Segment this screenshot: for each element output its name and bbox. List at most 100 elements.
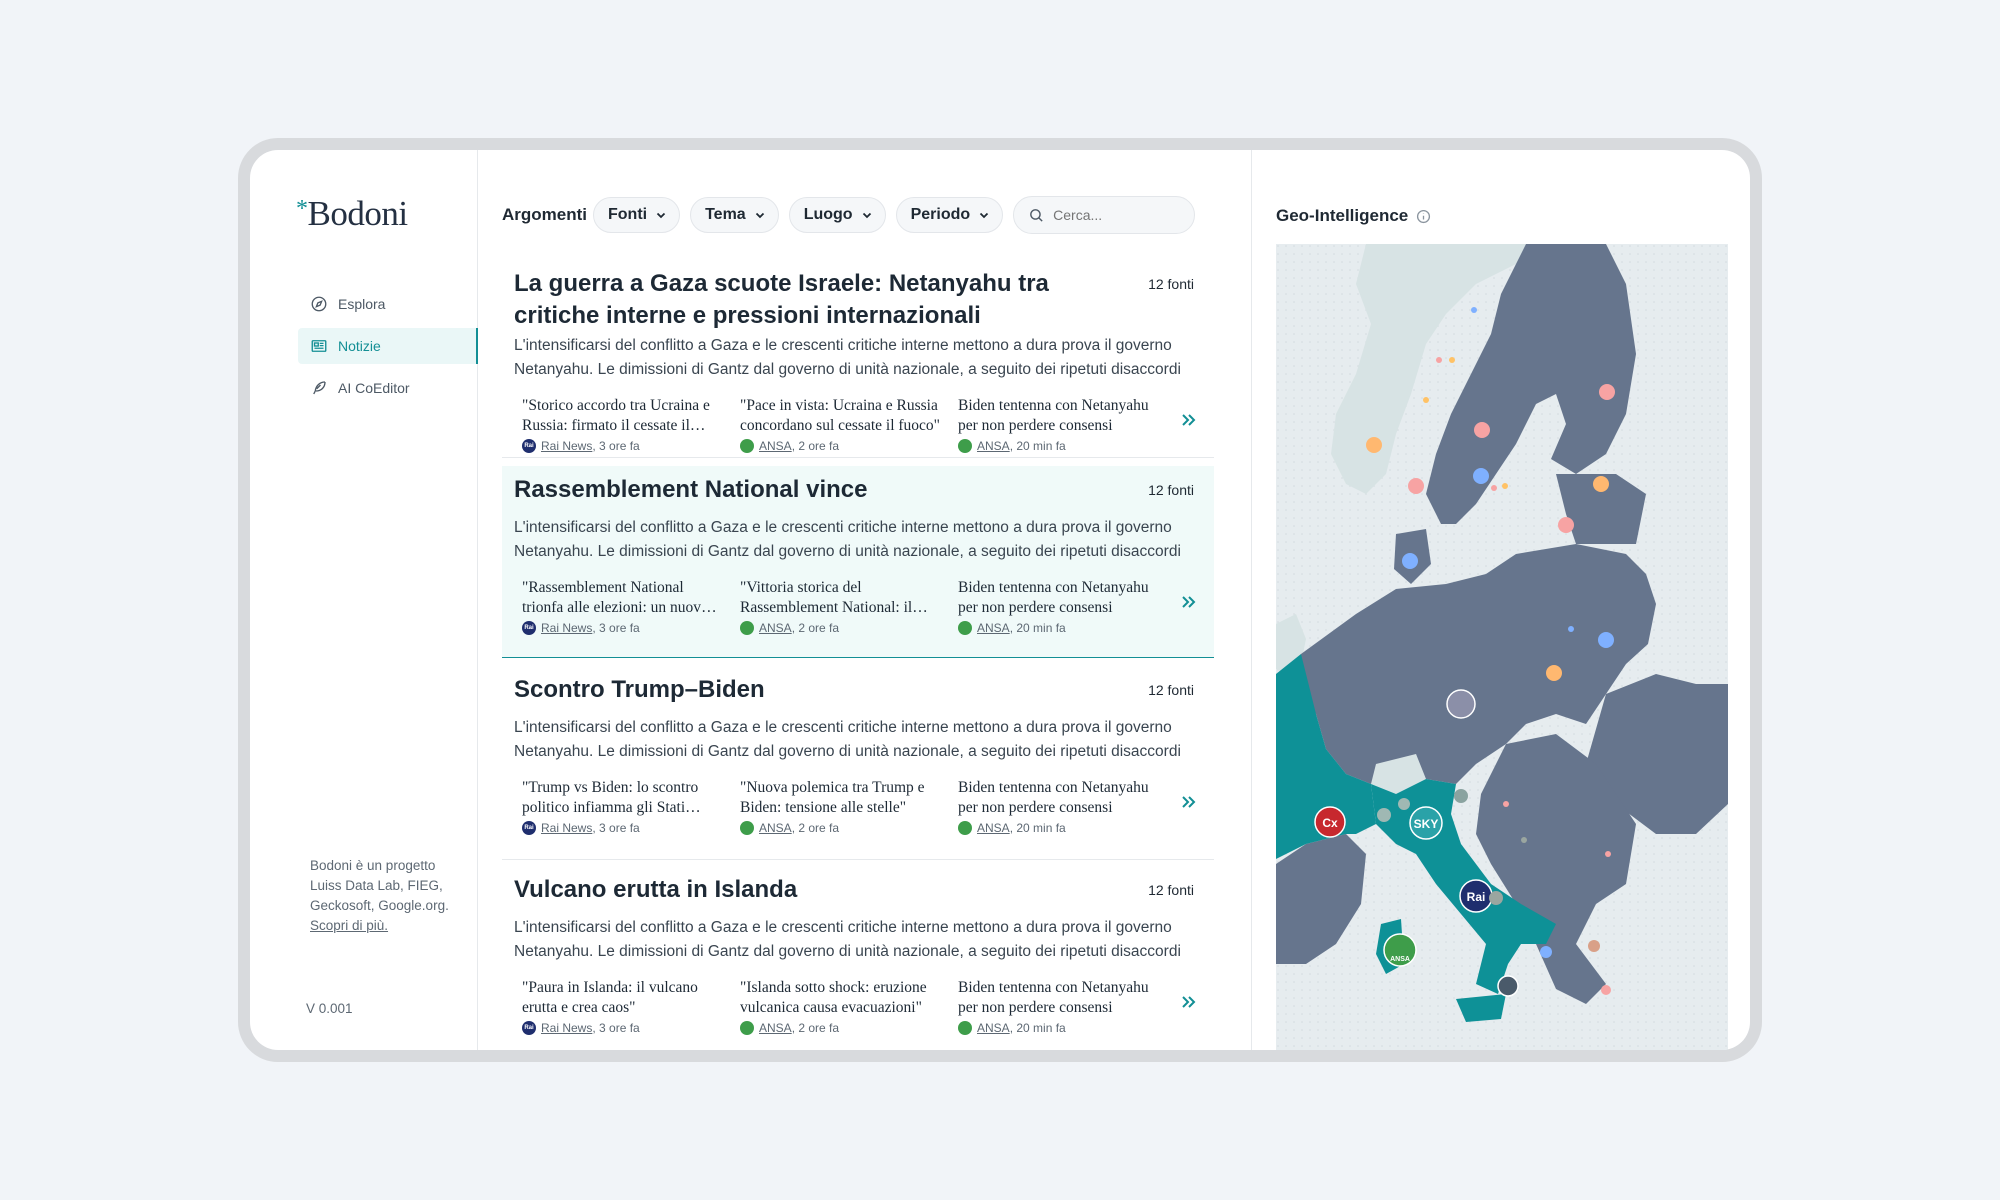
- map-marker[interactable]: [1377, 808, 1391, 822]
- story-card[interactable]: Scontro Trump–Biden 12 fonti L'intensifi…: [502, 660, 1214, 860]
- map-marker[interactable]: [1471, 307, 1477, 313]
- map-marker[interactable]: [1436, 357, 1442, 363]
- headline-text: "Trump vs Biden: lo scontro politico inf…: [522, 779, 699, 816]
- map-marker[interactable]: [1474, 422, 1490, 438]
- source-link[interactable]: ANSA: [977, 621, 1010, 635]
- source-link[interactable]: Rai News: [541, 821, 592, 835]
- story-title[interactable]: Vulcano erutta in Islanda: [514, 874, 1074, 906]
- map-marker[interactable]: [1489, 891, 1503, 905]
- headline-item[interactable]: "Trump vs Biden: lo scontro politico inf…: [522, 778, 722, 835]
- newspaper-icon: [311, 340, 327, 352]
- story-title[interactable]: Scontro Trump–Biden: [514, 674, 1074, 706]
- source-link[interactable]: ANSA: [977, 821, 1010, 835]
- map-marker[interactable]: [1398, 798, 1410, 810]
- search-input[interactable]: [1053, 207, 1184, 223]
- map-marker[interactable]: [1546, 665, 1562, 681]
- headline-item[interactable]: Biden tentenna con Netanyahu per non per…: [958, 978, 1158, 1035]
- story-title[interactable]: La guerra a Gaza scuote Israele: Netanya…: [514, 268, 1074, 332]
- source-link[interactable]: Rai News: [541, 439, 592, 453]
- source-count: 12 fonti: [1148, 682, 1194, 698]
- headline-meta: Rai Rai News, 3 ore fa: [522, 1021, 722, 1035]
- headline-time: , 20 min fa: [1009, 1021, 1066, 1035]
- geo-title: Geo-Intelligence: [1276, 206, 1431, 226]
- map-marker[interactable]: [1408, 478, 1424, 494]
- map-marker[interactable]: [1503, 801, 1509, 807]
- map-marker[interactable]: [1605, 851, 1611, 857]
- map-marker[interactable]: [1599, 384, 1615, 400]
- map-marker[interactable]: [1558, 517, 1574, 533]
- map-marker[interactable]: [1423, 397, 1429, 403]
- nav-item-ai-coeditor[interactable]: AI CoEditor: [298, 370, 478, 406]
- nav-item-esplora[interactable]: Esplora: [298, 286, 478, 322]
- headline-time: , 2 ore fa: [791, 821, 840, 835]
- map-marker[interactable]: [1502, 483, 1508, 489]
- double-chevron-right-icon[interactable]: [1178, 792, 1198, 812]
- map-marker[interactable]: [1521, 837, 1527, 843]
- ansa-marker-label: ANSA: [1390, 956, 1410, 963]
- headline-item[interactable]: Biden tentenna con Netanyahu per non per…: [958, 578, 1158, 635]
- headline-item[interactable]: "Islanda sotto shock: eruzione vulcanica…: [740, 978, 940, 1035]
- headline-row: "Trump vs Biden: lo scontro politico inf…: [522, 778, 1202, 835]
- app-logo[interactable]: *Bodoni: [296, 194, 408, 234]
- map-marker[interactable]: [1366, 437, 1382, 453]
- story-title[interactable]: Rassemblement National vince: [514, 474, 1074, 506]
- source-link[interactable]: Rai News: [541, 1021, 592, 1035]
- cx-marker-label: Cx: [1322, 816, 1338, 830]
- nav-item-notizie[interactable]: Notizie: [298, 328, 478, 364]
- info-icon[interactable]: [1416, 209, 1431, 224]
- map-marker[interactable]: [1454, 789, 1468, 803]
- ansa-logo-icon: [958, 621, 972, 635]
- story-divider: [502, 457, 1214, 458]
- europe-map[interactable]: Cx SKY Rai ANSA: [1276, 244, 1728, 1050]
- headline-time: , 3 ore fa: [592, 621, 640, 635]
- filter-chip-tema[interactable]: Tema: [690, 197, 779, 233]
- double-chevron-right-icon[interactable]: [1178, 992, 1198, 1012]
- headline-item[interactable]: "Nuova polemica tra Trump e Biden: tensi…: [740, 778, 940, 835]
- map-marker[interactable]: [1568, 626, 1574, 632]
- ansa-logo-icon: [958, 821, 972, 835]
- device-frame: *Bodoni Esplora Notizie AI CoEditor Bodo…: [238, 138, 1762, 1062]
- map-marker[interactable]: [1449, 357, 1455, 363]
- story-card[interactable]: La guerra a Gaza scuote Israele: Netanya…: [502, 258, 1214, 458]
- map-marker[interactable]: [1402, 553, 1418, 569]
- ansa-logo-icon: [958, 1021, 972, 1035]
- rai-marker-label: Rai: [1467, 890, 1486, 904]
- headline-meta: ANSA, 2 ore fa: [740, 1021, 940, 1035]
- story-card[interactable]: Vulcano erutta in Islanda 12 fonti L'int…: [502, 860, 1214, 1050]
- double-chevron-right-icon[interactable]: [1178, 410, 1198, 430]
- headline-item[interactable]: "Vittoria storica del Rassemblement Nati…: [740, 578, 940, 635]
- source-link[interactable]: ANSA: [759, 621, 792, 635]
- filter-chip-fonti[interactable]: Fonti: [593, 197, 681, 233]
- search-box[interactable]: [1013, 196, 1196, 234]
- map-marker[interactable]: [1598, 632, 1614, 648]
- double-chevron-right-icon[interactable]: [1178, 592, 1198, 612]
- source-count: 12 fonti: [1148, 882, 1194, 898]
- headline-item[interactable]: "Storico accordo tra Ucraina e Russia: f…: [522, 396, 722, 453]
- headline-text: "Rassemblement National trionfa alle ele…: [522, 579, 709, 616]
- headline-item[interactable]: "Paura in Islanda: il vulcano erutta e c…: [522, 978, 722, 1035]
- headline-item[interactable]: Biden tentenna con Netanyahu per non per…: [958, 396, 1158, 453]
- about-link[interactable]: Scopri di più.: [310, 918, 388, 933]
- filter-chip-periodo[interactable]: Periodo: [895, 197, 1004, 233]
- headline-item[interactable]: Biden tentenna con Netanyahu per non per…: [958, 778, 1158, 835]
- source-link[interactable]: ANSA: [759, 1021, 792, 1035]
- map-marker[interactable]: [1601, 985, 1611, 995]
- source-link[interactable]: ANSA: [977, 1021, 1010, 1035]
- filter-chip-luogo[interactable]: Luogo: [788, 197, 886, 233]
- map-marker[interactable]: [1473, 468, 1489, 484]
- source-link[interactable]: ANSA: [759, 439, 792, 453]
- headline-item[interactable]: "Rassemblement National trionfa alle ele…: [522, 578, 722, 635]
- tv-network-marker[interactable]: [1446, 689, 1476, 719]
- headline-meta: ANSA, 2 ore fa: [740, 621, 940, 635]
- map-marker[interactable]: [1588, 940, 1600, 952]
- headline-item[interactable]: "Pace in vista: Ucraina e Russia concord…: [740, 396, 940, 453]
- map-marker[interactable]: [1491, 485, 1497, 491]
- tv-network-marker[interactable]: [1497, 975, 1519, 997]
- source-link[interactable]: ANSA: [977, 439, 1010, 453]
- map-marker[interactable]: [1540, 946, 1552, 958]
- map-marker[interactable]: [1593, 476, 1609, 492]
- source-link[interactable]: Rai News: [541, 621, 592, 635]
- source-link[interactable]: ANSA: [759, 821, 792, 835]
- map-canvas[interactable]: Cx SKY Rai ANSA: [1276, 244, 1728, 1050]
- story-card-selected[interactable]: Rassemblement National vince 12 fonti L'…: [502, 466, 1214, 658]
